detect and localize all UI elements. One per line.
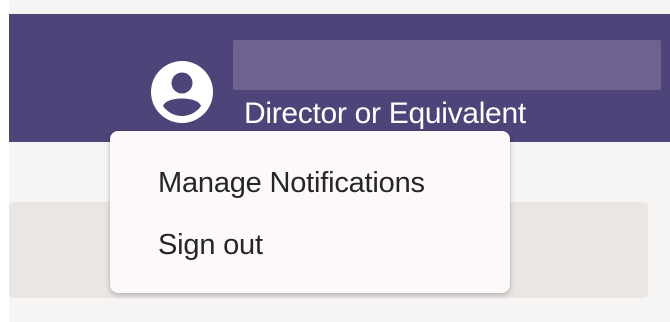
user-role-label: Director or Equivalent — [244, 97, 526, 130]
top-header-bar: Director or Equivalent — [9, 14, 670, 142]
user-circle-icon — [151, 61, 213, 123]
manage-notifications-menu-item[interactable]: Manage Notifications — [110, 151, 510, 213]
user-avatar-button[interactable] — [149, 59, 215, 125]
sign-out-label: Sign out — [158, 229, 263, 261]
user-name-redacted — [233, 40, 661, 90]
sign-out-menu-item[interactable]: Sign out — [110, 213, 510, 275]
manage-notifications-label: Manage Notifications — [158, 167, 425, 199]
left-edge-strip — [0, 0, 9, 322]
account-dropdown-menu: Manage Notifications Sign out — [110, 131, 510, 293]
